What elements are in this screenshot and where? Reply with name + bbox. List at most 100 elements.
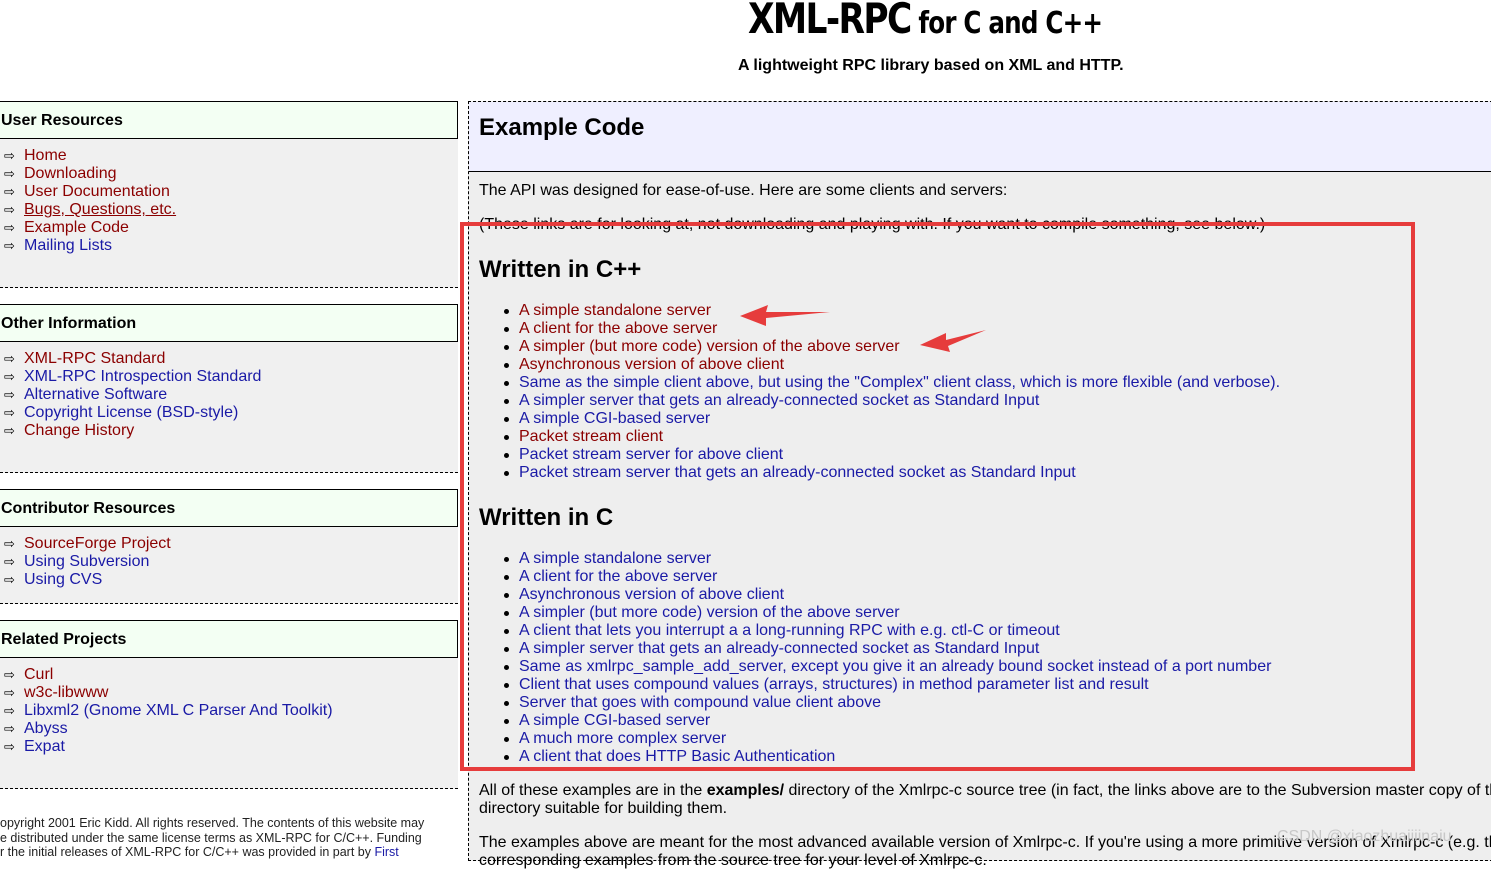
sidebar-link[interactable]: SourceForge Project — [24, 535, 171, 552]
footer1-pre: All of these examples are in the — [479, 782, 707, 799]
example-link[interactable]: A client for the above server — [519, 568, 717, 585]
list-item: Packet stream server that gets an alread… — [501, 464, 1280, 482]
bullet-icon — [504, 363, 509, 368]
sidebar-item: ⇨ Curl — [0, 666, 458, 684]
list-item: Same as xmlrpc_sample_add_server, except… — [501, 658, 1271, 676]
sidebar-link[interactable]: Using CVS — [24, 571, 102, 588]
sidebar-section-body: ⇨ Home ⇨ Downloading ⇨ User Documentation ⇨ Bug… — [0, 139, 458, 255]
sidebar-section-body: ⇨ SourceForge Project ⇨ Using Subversion ⇨ Us… — [0, 527, 458, 589]
sidebar-section-title: Contributor Resources — [0, 489, 458, 527]
example-link[interactable]: Packet stream client — [519, 428, 663, 445]
example-link[interactable]: Client that uses compound values (arrays… — [519, 676, 1149, 693]
example-link[interactable]: A simpler (but more code) version of the… — [519, 338, 900, 355]
example-link[interactable]: Asynchronous version of above client — [519, 586, 784, 603]
sidebar-link[interactable]: Change History — [24, 422, 134, 439]
sidebar-link[interactable]: Copyright License (BSD-style) — [24, 404, 238, 421]
c-heading: Written in C — [479, 504, 614, 531]
example-link[interactable]: A simple CGI-based server — [519, 712, 710, 729]
example-link[interactable]: A simple CGI-based server — [519, 410, 710, 427]
sidebar-item: ⇨ Home — [0, 147, 458, 165]
page-header: XML-RPC for C and C++ A lightweight RPC … — [0, 0, 1491, 100]
sidebar-section-title: Other Information — [0, 304, 458, 342]
sidebar-item: ⇨ Abyss — [0, 720, 458, 738]
arrow-right-icon: ⇨ — [4, 238, 15, 253]
list-item: Packet stream client — [501, 428, 1280, 446]
example-link[interactable]: A client for the above server — [519, 320, 717, 337]
example-link[interactable]: Asynchronous version of above client — [519, 356, 784, 373]
sidebar-section: Contributor Resources ⇨ SourceForge Projec… — [0, 489, 458, 604]
sidebar-link[interactable]: Home — [24, 147, 67, 164]
sidebar-link[interactable]: Bugs, Questions, etc. — [24, 201, 176, 218]
bullet-icon — [504, 471, 509, 476]
c-example-list: A simple standalone server A client for t… — [501, 550, 1271, 766]
bullet-icon — [504, 755, 509, 760]
sidebar-link[interactable]: Alternative Software — [24, 386, 167, 403]
list-item: Client that uses compound values (arrays… — [501, 676, 1271, 694]
main-content: Example Code The API was designed for ea… — [468, 101, 1491, 869]
list-item: A client that lets you interrupt a a lon… — [501, 622, 1271, 640]
arrow-right-icon: ⇨ — [4, 220, 15, 235]
sidebar-link[interactable]: Mailing Lists — [24, 237, 112, 254]
bullet-icon — [504, 453, 509, 458]
list-item: Server that goes with compound value cli… — [501, 694, 1271, 712]
note-text: (These links are for looking at, not dow… — [479, 216, 1266, 233]
list-item: A simpler server that gets an already-co… — [501, 392, 1280, 410]
example-link[interactable]: Server that goes with compound value cli… — [519, 694, 881, 711]
sidebar-link[interactable]: Curl — [24, 666, 53, 683]
example-link[interactable]: Packet stream server that gets an alread… — [519, 464, 1076, 481]
sidebar-link[interactable]: Using Subversion — [24, 553, 149, 570]
arrow-right-icon: ⇨ — [4, 351, 15, 366]
arrow-right-icon: ⇨ — [4, 572, 15, 587]
list-item: A simpler (but more code) version of the… — [501, 604, 1271, 622]
list-item: Asynchronous version of above client — [501, 356, 1280, 374]
example-link[interactable]: A simple standalone server — [519, 302, 711, 319]
sidebar-item: ⇨ User Documentation — [0, 183, 458, 201]
sidebar-item: ⇨ Change History — [0, 422, 458, 440]
sidebar-link[interactable]: Downloading — [24, 165, 117, 182]
sidebar-link[interactable]: Expat — [24, 738, 65, 755]
sidebar-section-body: ⇨ Curl ⇨ w3c-libwww ⇨ Libxml2 (Gnome XML C Pa… — [0, 658, 458, 756]
sidebar-link[interactable]: w3c-libwww — [24, 684, 108, 701]
example-link[interactable]: Same as xmlrpc_sample_add_server, except… — [519, 658, 1271, 675]
bullet-icon — [504, 719, 509, 724]
sidebar-link[interactable]: XML-RPC Introspection Standard — [24, 368, 261, 385]
cpp-example-list: A simple standalone server A client for t… — [501, 302, 1280, 482]
sidebar-link[interactable]: Libxml2 (Gnome XML C Parser And Toolkit) — [24, 702, 333, 719]
list-item: A simpler server that gets an already-co… — [501, 640, 1271, 658]
logo-main: XML-RPC — [748, 0, 912, 43]
sidebar-item: ⇨ Downloading — [0, 165, 458, 183]
example-link[interactable]: Packet stream server for above client — [519, 446, 783, 463]
sidebar-item: ⇨ Example Code — [0, 219, 458, 237]
sidebar-item: ⇨ Using Subversion — [0, 553, 458, 571]
example-link[interactable]: Same as the simple client above, but usi… — [519, 374, 1280, 391]
bullet-icon — [504, 701, 509, 706]
sidebar-item: ⇨ XML-RPC Standard — [0, 350, 458, 368]
bullet-icon — [504, 399, 509, 404]
site-logo[interactable]: XML-RPC for C and C++ — [748, 0, 1103, 43]
copyright-first-link[interactable]: First — [374, 845, 398, 859]
footer-paragraph-2-line-2: corresponding examples from the source t… — [479, 852, 987, 869]
bullet-icon — [504, 575, 509, 580]
sidebar-link[interactable]: Example Code — [24, 219, 129, 236]
arrow-right-icon: ⇨ — [4, 721, 15, 736]
sidebar-item: ⇨ Mailing Lists — [0, 237, 458, 255]
example-link[interactable]: A client that lets you interrupt a a lon… — [519, 622, 1060, 639]
example-link[interactable]: A simpler (but more code) version of the… — [519, 604, 900, 621]
example-link[interactable]: A much more complex server — [519, 730, 726, 747]
bullet-icon — [504, 629, 509, 634]
example-link[interactable]: A simpler server that gets an already-co… — [519, 392, 1039, 409]
sidebar: User Resources ⇨ Home ⇨ Downloading ⇨ User Doc… — [0, 101, 458, 789]
list-item: A client that does HTTP Basic Authentica… — [501, 748, 1271, 766]
sidebar-link[interactable]: Abyss — [24, 720, 68, 737]
example-link[interactable]: A client that does HTTP Basic Authentica… — [519, 748, 835, 765]
sidebar-link[interactable]: User Documentation — [24, 183, 170, 200]
bullet-icon — [504, 309, 509, 314]
arrow-right-icon: ⇨ — [4, 148, 15, 163]
footer1-post: directory of the Xmlrpc-c source tree (i… — [784, 782, 1491, 799]
sidebar-link[interactable]: XML-RPC Standard — [24, 350, 165, 367]
bullet-icon — [504, 381, 509, 386]
example-link[interactable]: A simple standalone server — [519, 550, 711, 567]
list-item: Asynchronous version of above client — [501, 586, 1271, 604]
arrow-right-icon: ⇨ — [4, 405, 15, 420]
example-link[interactable]: A simpler server that gets an already-co… — [519, 640, 1039, 657]
